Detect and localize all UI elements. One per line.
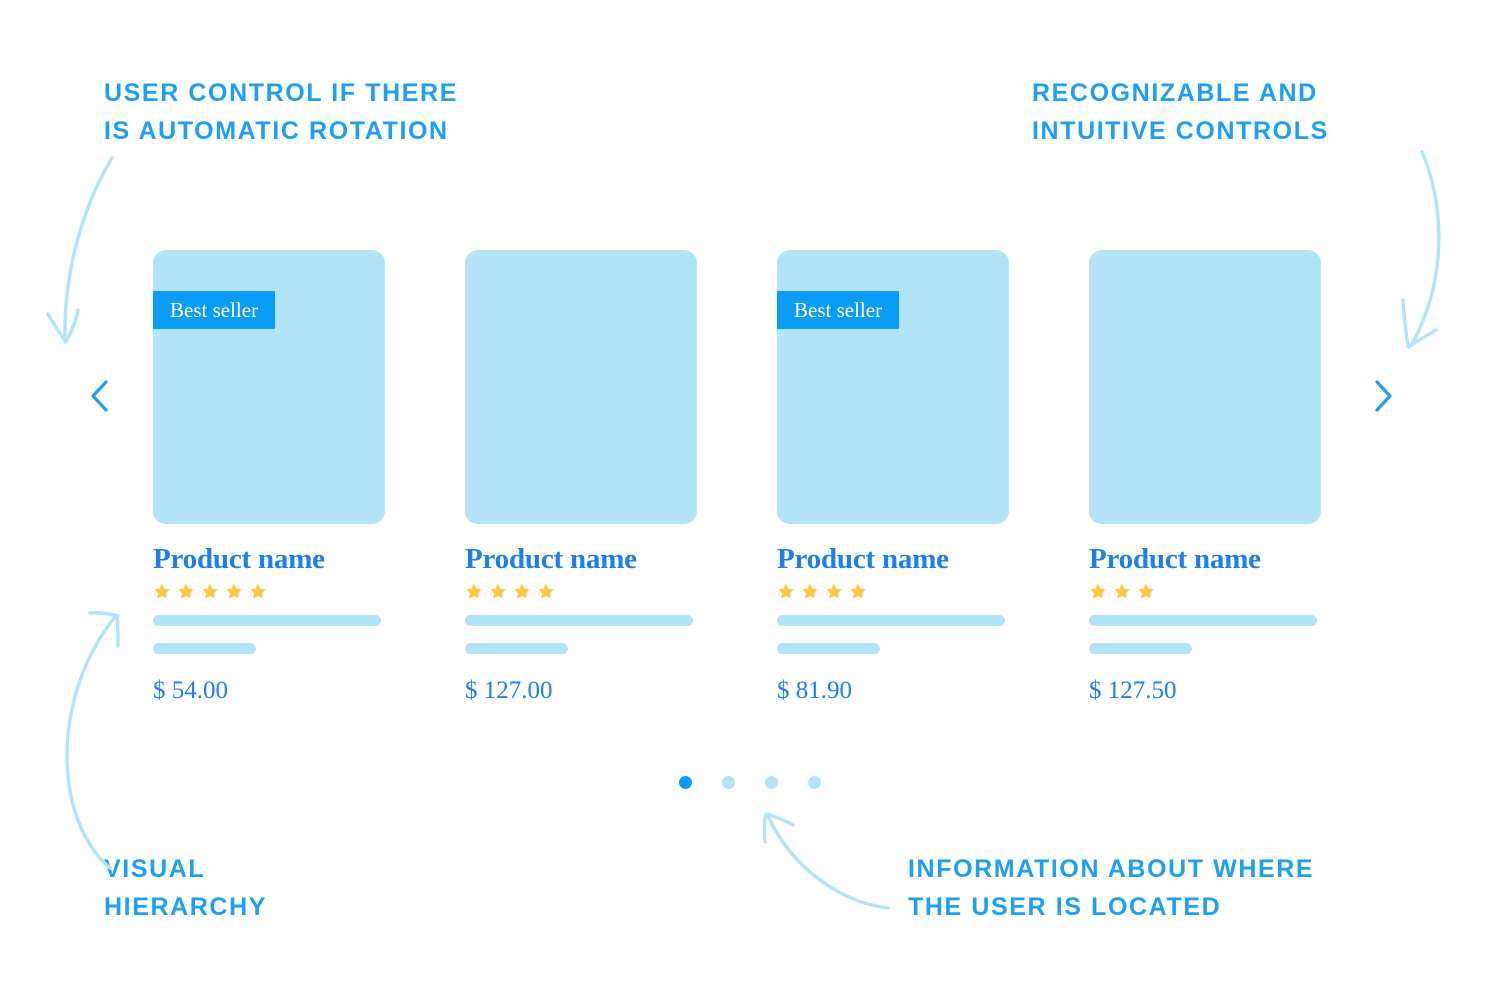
carousel-prev-button[interactable]: [76, 370, 122, 422]
star-icon: [202, 583, 218, 599]
placeholder-line: [1089, 615, 1317, 626]
placeholder-line: [465, 643, 568, 654]
best-seller-badge: Best seller: [153, 291, 276, 329]
product-card-list: Best seller Product name $ 54.00 Product…: [153, 250, 1341, 706]
rating-stars[interactable]: [465, 580, 697, 602]
star-icon: [490, 583, 506, 599]
description-placeholder: [1089, 615, 1321, 654]
star-icon: [826, 583, 842, 599]
placeholder-line: [465, 615, 693, 626]
star-icon: [850, 583, 866, 599]
star-icon: [802, 583, 818, 599]
product-name[interactable]: Product name: [1089, 542, 1321, 576]
placeholder-line: [777, 643, 880, 654]
chevron-left-icon: [91, 380, 108, 412]
pagination-dot[interactable]: [722, 776, 735, 789]
pagination-dot[interactable]: [765, 776, 778, 789]
star-icon: [250, 583, 266, 599]
star-icon: [226, 583, 242, 599]
carousel-pagination: [0, 776, 1500, 789]
star-icon: [1114, 583, 1130, 599]
product-details: Product name $ 127.00: [465, 524, 697, 706]
product-card[interactable]: Product name $ 127.50: [1089, 250, 1321, 706]
product-price: $ 127.00: [465, 677, 553, 704]
product-carousel: Best seller Product name $ 54.00 Product…: [0, 0, 1500, 1000]
product-image-placeholder[interactable]: Best seller: [777, 250, 1009, 524]
placeholder-line: [153, 615, 381, 626]
product-card[interactable]: Best seller Product name $ 54.00: [153, 250, 385, 706]
star-icon: [1090, 583, 1106, 599]
description-placeholder: [465, 615, 697, 654]
placeholder-line: [777, 615, 1005, 626]
rating-stars[interactable]: [1089, 580, 1321, 602]
product-card[interactable]: Product name $ 127.00: [465, 250, 697, 706]
product-image-placeholder[interactable]: Best seller: [153, 250, 385, 524]
pagination-dot-active[interactable]: [679, 776, 692, 789]
product-details: Product name $ 81.90: [777, 524, 1009, 706]
product-name[interactable]: Product name: [153, 542, 385, 576]
best-seller-badge: Best seller: [777, 291, 900, 329]
placeholder-line: [1089, 643, 1192, 654]
product-price: $ 81.90: [777, 677, 852, 704]
product-name[interactable]: Product name: [777, 542, 1009, 576]
chevron-right-icon: [1375, 380, 1392, 412]
product-details: Product name $ 54.00: [153, 524, 385, 706]
star-icon: [778, 583, 794, 599]
illustration-canvas: USER CONTROL IF THERE IS AUTOMATIC ROTAT…: [0, 0, 1500, 1000]
description-placeholder: [777, 615, 1009, 654]
description-placeholder: [153, 615, 385, 654]
product-image-placeholder[interactable]: [1089, 250, 1321, 524]
star-icon: [538, 583, 554, 599]
star-icon: [154, 583, 170, 599]
product-name[interactable]: Product name: [465, 542, 697, 576]
product-details: Product name $ 127.50: [1089, 524, 1321, 706]
pagination-dot[interactable]: [808, 776, 821, 789]
product-card[interactable]: Best seller Product name $ 81.90: [777, 250, 1009, 706]
carousel-next-button[interactable]: [1360, 370, 1406, 422]
star-icon: [466, 583, 482, 599]
rating-stars[interactable]: [153, 580, 385, 602]
product-image-placeholder[interactable]: [465, 250, 697, 524]
star-icon: [178, 583, 194, 599]
product-price: $ 127.50: [1089, 677, 1177, 704]
product-price: $ 54.00: [153, 677, 228, 704]
star-icon: [1138, 583, 1154, 599]
placeholder-line: [153, 643, 256, 654]
rating-stars[interactable]: [777, 580, 1009, 602]
star-icon: [514, 583, 530, 599]
